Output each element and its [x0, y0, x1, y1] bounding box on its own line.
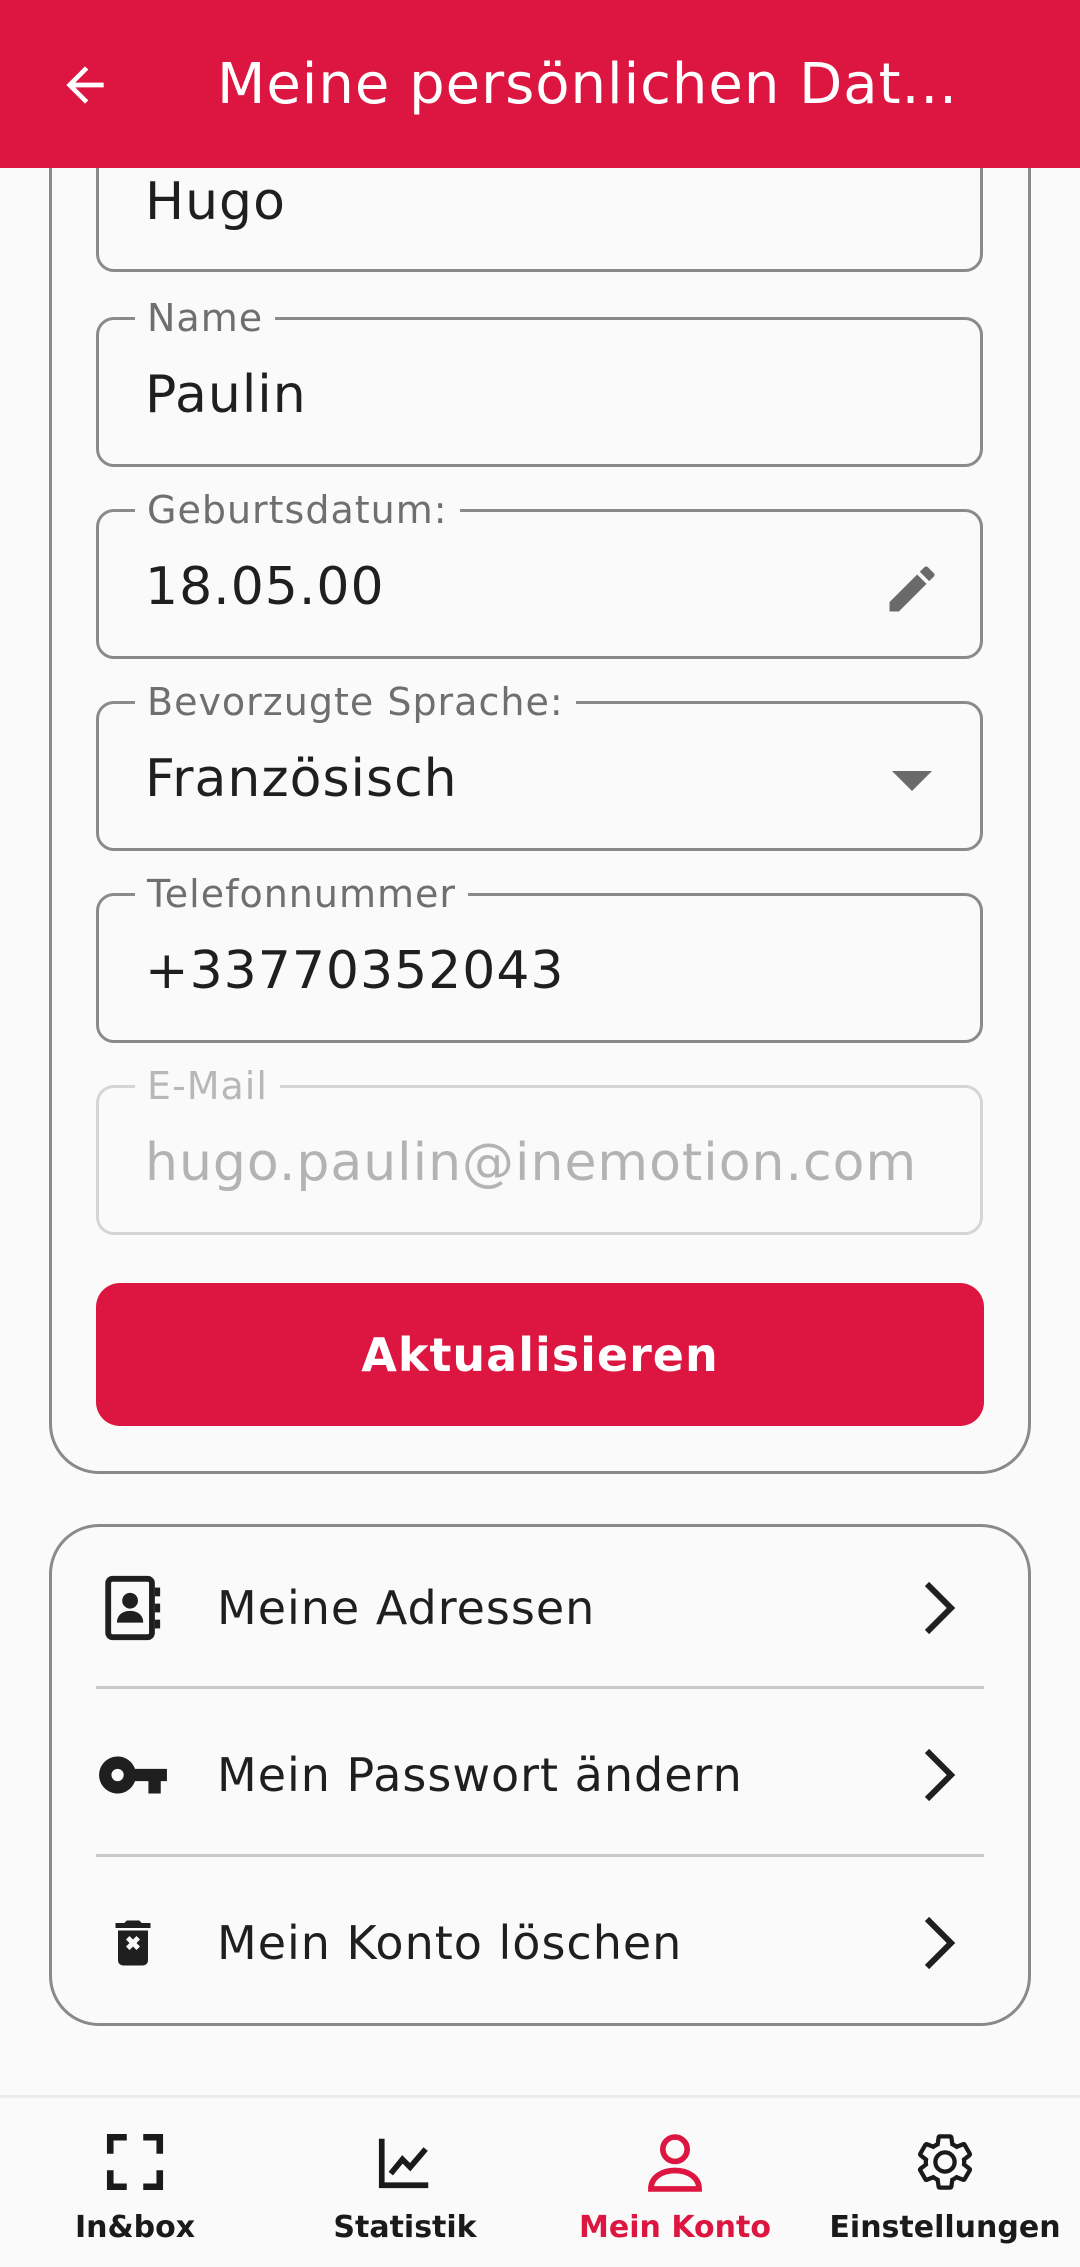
- menu-item-label: Mein Passwort ändern: [217, 1748, 743, 1802]
- nav-settings[interactable]: Einstellungen: [810, 2098, 1080, 2267]
- name-value: Paulin: [145, 365, 307, 425]
- pencil-icon[interactable]: [880, 557, 944, 621]
- menu-item-label: Meine Adressen: [217, 1581, 596, 1635]
- page-title: Meine persönlichen Dat...: [217, 52, 958, 117]
- back-button[interactable]: [50, 50, 120, 120]
- nav-statistics[interactable]: Statistik: [270, 2098, 540, 2267]
- language-select[interactable]: Bevorzugte Sprache: Französisch: [96, 678, 983, 851]
- nav-my-account[interactable]: Mein Konto: [540, 2098, 810, 2267]
- name-field[interactable]: Name Paulin: [96, 294, 983, 467]
- scan-frame-icon: [99, 2126, 171, 2198]
- name-label: Name: [135, 294, 276, 342]
- menu-item-addresses[interactable]: Meine Adressen: [96, 1524, 984, 1692]
- menu-item-delete-account[interactable]: Mein Konto löschen: [96, 1859, 984, 2027]
- arrow-left-icon: [66, 66, 104, 104]
- nav-label: In&box: [74, 2210, 196, 2245]
- email-label: E-Mail: [135, 1062, 280, 1110]
- nav-inbox[interactable]: In&box: [0, 2098, 270, 2267]
- nav-label: Statistik: [333, 2210, 477, 2245]
- chevron-right-icon: [914, 1908, 964, 1978]
- email-field: E-Mail hugo.paulin@inemotion.com: [96, 1062, 983, 1235]
- menu-item-label: Mein Konto löschen: [217, 1916, 683, 1970]
- phone-field[interactable]: Telefonnummer +33770352043: [96, 870, 983, 1043]
- key-icon: [96, 1738, 170, 1812]
- birthdate-value: 18.05.00: [145, 557, 385, 617]
- delete-icon: [96, 1906, 170, 1980]
- email-value: hugo.paulin@inemotion.com: [145, 1133, 918, 1193]
- dropdown-arrow-icon[interactable]: [880, 749, 944, 813]
- birthdate-field[interactable]: Geburtsdatum: 18.05.00: [96, 486, 983, 659]
- divider: [96, 1854, 984, 1857]
- menu-item-change-password[interactable]: Mein Passwort ändern: [96, 1691, 984, 1859]
- divider: [96, 1686, 984, 1689]
- update-button[interactable]: Aktualisieren: [96, 1283, 984, 1426]
- phone-value: +33770352043: [145, 941, 565, 1001]
- language-value: Französisch: [145, 749, 458, 809]
- bottom-navigation: In&box Statistik Mein Konto Einstellunge…: [0, 2095, 1080, 2267]
- chevron-right-icon: [914, 1573, 964, 1643]
- firstname-value: Hugo: [145, 172, 286, 232]
- phone-label: Telefonnummer: [135, 870, 468, 918]
- nav-label: Einstellungen: [829, 2210, 1061, 2245]
- nav-label: Mein Konto: [579, 2210, 771, 2245]
- birthdate-label: Geburtsdatum:: [135, 486, 460, 534]
- contacts-book-icon: [96, 1571, 170, 1645]
- person-icon: [639, 2126, 711, 2198]
- language-label: Bevorzugte Sprache:: [135, 678, 576, 726]
- chart-icon: [369, 2126, 441, 2198]
- chevron-right-icon: [914, 1740, 964, 1810]
- gear-icon: [909, 2126, 981, 2198]
- app-bar: Meine persönlichen Dat...: [0, 0, 1080, 168]
